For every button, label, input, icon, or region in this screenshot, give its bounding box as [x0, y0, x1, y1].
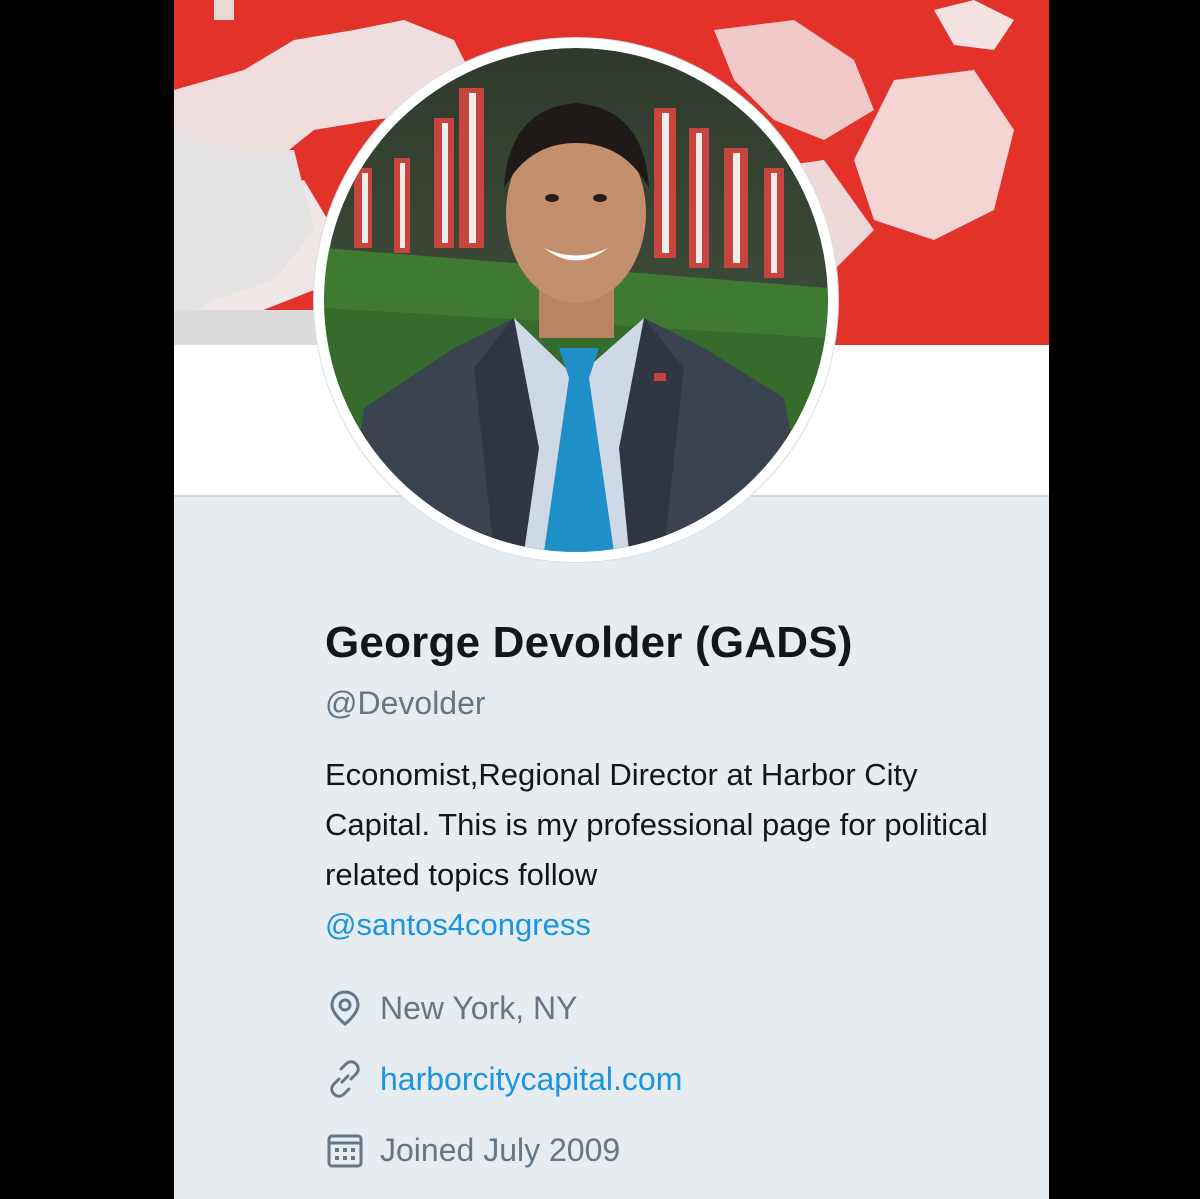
avatar[interactable] [314, 38, 838, 562]
website-row: harborcitycapital.com [325, 1058, 1025, 1100]
calendar-icon [325, 1130, 365, 1170]
website-link[interactable]: harborcitycapital.com [380, 1058, 682, 1100]
bio-mention-link[interactable]: @santos4congress [325, 907, 591, 942]
avatar-photo [324, 48, 828, 552]
bio: Economist,Regional Director at Harbor Ci… [325, 750, 1005, 950]
location-text: New York, NY [380, 990, 578, 1026]
user-handle: @Devolder [325, 685, 486, 721]
joined-row: Joined July 2009 [325, 1129, 1025, 1171]
profile-card: George Devolder (GADS) @Devolder Economi… [174, 0, 1049, 1199]
link-icon [325, 1059, 365, 1099]
location-row: New York, NY [325, 987, 1025, 1029]
display-name: George Devolder (GADS) [325, 618, 853, 667]
location-pin-icon [325, 988, 365, 1028]
profile-info: George Devolder (GADS) @Devolder Economi… [325, 612, 1025, 1171]
joined-date: Joined July 2009 [380, 1132, 621, 1168]
bio-text: Economist,Regional Director at Harbor Ci… [325, 757, 988, 892]
